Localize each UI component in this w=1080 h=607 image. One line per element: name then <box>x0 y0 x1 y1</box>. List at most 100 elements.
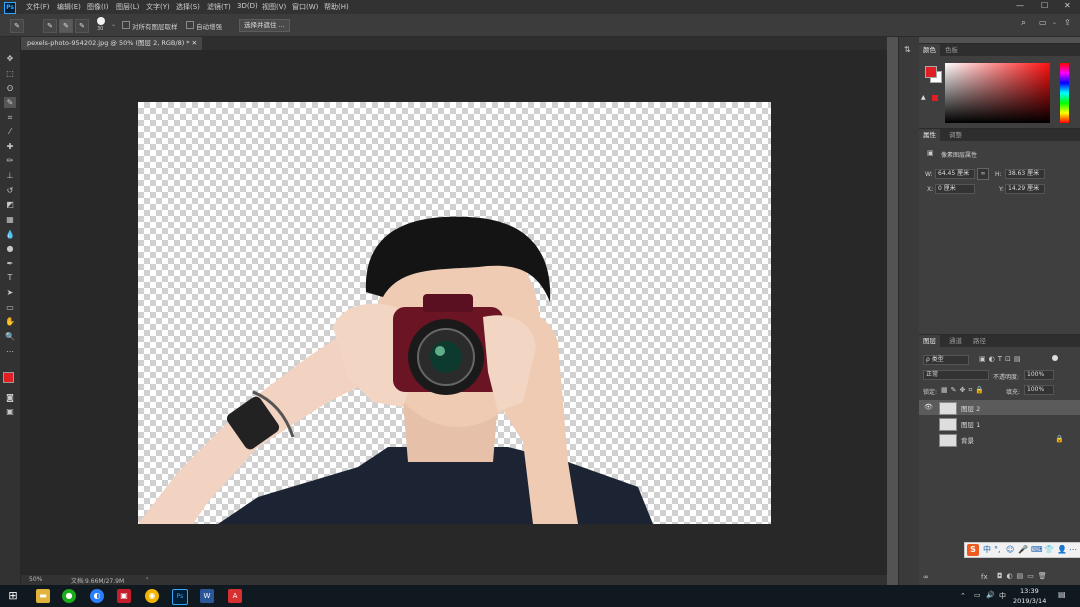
clock-time[interactable]: 13:39 <box>1020 587 1039 595</box>
more-tools-icon[interactable]: ⋯ <box>4 346 16 357</box>
opacity-field[interactable]: 100% <box>1024 370 1054 380</box>
start-button-icon[interactable]: ⊞ <box>6 589 20 603</box>
file-explorer-icon[interactable]: ▬ <box>36 589 50 603</box>
rectangle-tool-icon[interactable]: ▭ <box>4 302 16 313</box>
screen-mode-icon[interactable]: ▣ <box>4 406 16 417</box>
quick-selection-preset-icon[interactable]: ✎ <box>10 19 24 33</box>
menu-layer[interactable]: 图层(L) <box>116 2 139 12</box>
layer-row[interactable]: 图层 1 <box>919 416 1080 431</box>
keyboard-icon[interactable]: ⌨ <box>1031 544 1043 556</box>
blend-mode-select[interactable]: 正常 <box>923 370 989 380</box>
crop-tool-icon[interactable]: ⌗ <box>4 112 16 123</box>
photoshop-taskbar-icon[interactable]: Ps <box>172 589 188 605</box>
gamut-color-chip[interactable] <box>932 95 938 101</box>
notifications-icon[interactable]: ▤ <box>1058 590 1066 599</box>
fx-icon[interactable]: fx <box>981 573 988 581</box>
menu-edit[interactable]: 编辑(E) <box>57 2 81 12</box>
quick-selection-tool-icon[interactable]: ✎ <box>4 97 16 108</box>
filter-toggle-icon[interactable] <box>1052 355 1058 361</box>
pdf-reader-icon[interactable]: A <box>228 589 242 603</box>
more-icon[interactable]: ⋯ <box>1069 544 1077 556</box>
pen-tool-icon[interactable]: ✒ <box>4 258 16 269</box>
menu-view[interactable]: 视图(V) <box>262 2 286 12</box>
status-arrow-icon[interactable]: › <box>146 575 148 582</box>
layer-row[interactable]: 背景 🔒 <box>919 432 1080 447</box>
width-field[interactable]: 64.45 厘米 <box>935 169 975 179</box>
new-selection-icon[interactable]: ✎ <box>43 19 57 33</box>
workspace-chevron-icon[interactable]: ⌄ <box>1052 19 1057 26</box>
healing-brush-tool-icon[interactable]: ✚ <box>4 141 16 152</box>
minimize-button[interactable]: — <box>1016 1 1024 10</box>
foreground-color-swatch[interactable] <box>3 372 14 383</box>
x-field[interactable]: 0 厘米 <box>935 184 975 194</box>
path-selection-tool-icon[interactable]: ➤ <box>4 287 16 298</box>
eyedropper-tool-icon[interactable]: ⁄ <box>4 126 16 137</box>
eraser-tool-icon[interactable]: ◩ <box>4 199 16 210</box>
menu-filter[interactable]: 滤镜(T) <box>207 2 231 12</box>
tab-channels[interactable]: 通道 <box>945 335 966 347</box>
tab-color[interactable]: 颜色 <box>919 44 940 56</box>
ime-language-indicator[interactable]: 中 <box>999 591 1006 601</box>
zoom-tool-icon[interactable]: 🔍 <box>4 331 16 342</box>
type-tool-icon[interactable]: T <box>4 272 16 283</box>
subtract-selection-icon[interactable]: ✎ <box>75 19 89 33</box>
blur-tool-icon[interactable]: 💧 <box>4 229 16 240</box>
tab-paths[interactable]: 路径 <box>969 335 990 347</box>
hue-slider[interactable] <box>1060 63 1069 123</box>
fill-field[interactable]: 100% <box>1024 385 1054 395</box>
sogou-logo[interactable]: S <box>967 544 979 556</box>
sample-all-layers-checkbox[interactable] <box>122 21 130 29</box>
tab-layers[interactable]: 图层 <box>919 335 940 347</box>
zoom-level[interactable]: 50% <box>29 576 42 583</box>
quick-mask-icon[interactable]: ◙ <box>4 392 16 403</box>
dodge-tool-icon[interactable]: ● <box>4 243 16 254</box>
menu-3d[interactable]: 3D(D) <box>237 2 258 10</box>
chevron-down-icon[interactable]: ⌄ <box>111 21 116 28</box>
close-window-button[interactable]: ✕ <box>1064 1 1071 10</box>
layer-name[interactable]: 背景 <box>961 435 974 445</box>
height-field[interactable]: 38.63 厘米 <box>1005 169 1045 179</box>
select-and-mask-button[interactable]: 选择并遮住 ... <box>239 19 290 32</box>
lasso-tool-icon[interactable]: ʘ <box>4 83 16 94</box>
color-field[interactable] <box>945 63 1050 123</box>
history-panel-icon[interactable]: ⇅ <box>904 45 911 54</box>
menu-type[interactable]: 文字(Y) <box>146 2 170 12</box>
layer-filter-select[interactable]: ρ 类型 <box>923 355 969 365</box>
workspace-icon[interactable]: ▭ <box>1039 18 1047 27</box>
clock-date[interactable]: 2019/3/14 <box>1013 597 1046 605</box>
tray-chevron-icon[interactable]: ⌃ <box>960 592 966 600</box>
clone-stamp-tool-icon[interactable]: ⊥ <box>4 170 16 181</box>
volume-icon[interactable]: 🔊 <box>986 591 995 599</box>
hand-tool-icon[interactable]: ✋ <box>4 316 16 327</box>
wechat-icon[interactable]: ● <box>62 589 76 603</box>
auto-enhance-checkbox[interactable] <box>186 21 194 29</box>
layer-footer-icons[interactable]: ◘◐▤▭🗑 <box>997 572 1051 580</box>
microphone-icon[interactable]: 🎤 <box>1018 544 1028 556</box>
ime-mode[interactable]: 中 <box>983 544 991 556</box>
tab-swatches[interactable]: 色板 <box>941 44 962 56</box>
chrome-icon[interactable]: ◉ <box>145 589 159 603</box>
presentation-app-icon[interactable]: ▣ <box>117 589 131 603</box>
tab-adjustments[interactable]: 调整 <box>945 129 966 141</box>
gradient-tool-icon[interactable]: ▦ <box>4 214 16 225</box>
share-icon[interactable]: ⇪ <box>1064 18 1071 27</box>
layer-row[interactable]: 👁 图层 2 <box>919 400 1080 415</box>
lock-icons[interactable]: ▦✎✥⌗🔒 <box>941 386 987 395</box>
history-brush-tool-icon[interactable]: ↺ <box>4 185 16 196</box>
brush-tool-icon[interactable]: ✏ <box>4 155 16 166</box>
y-field[interactable]: 14.29 厘米 <box>1005 184 1045 194</box>
menu-help[interactable]: 帮助(H) <box>324 2 349 12</box>
add-to-selection-icon[interactable]: ✎ <box>59 19 73 33</box>
brush-tip-icon[interactable] <box>97 17 105 25</box>
user-icon[interactable]: 👤 <box>1057 544 1067 556</box>
emoji-icon[interactable]: ☺ <box>1006 544 1014 556</box>
ime-punct[interactable]: °, <box>994 544 1001 556</box>
skin-icon[interactable]: 👕 <box>1044 544 1054 556</box>
menu-image[interactable]: 图像(I) <box>87 2 109 12</box>
network-icon[interactable]: ▭ <box>974 591 981 599</box>
document-tab[interactable]: pexels-photo-954202.jpg @ 50% (图层 2, RGB… <box>21 37 202 50</box>
maximize-button[interactable]: ☐ <box>1041 1 1048 10</box>
layer-filter-icons[interactable]: ▣◐T⊡▤ <box>979 355 1023 363</box>
move-tool-icon[interactable]: ✥ <box>4 53 16 64</box>
link-layers-icon[interactable]: ∞ <box>923 573 929 581</box>
